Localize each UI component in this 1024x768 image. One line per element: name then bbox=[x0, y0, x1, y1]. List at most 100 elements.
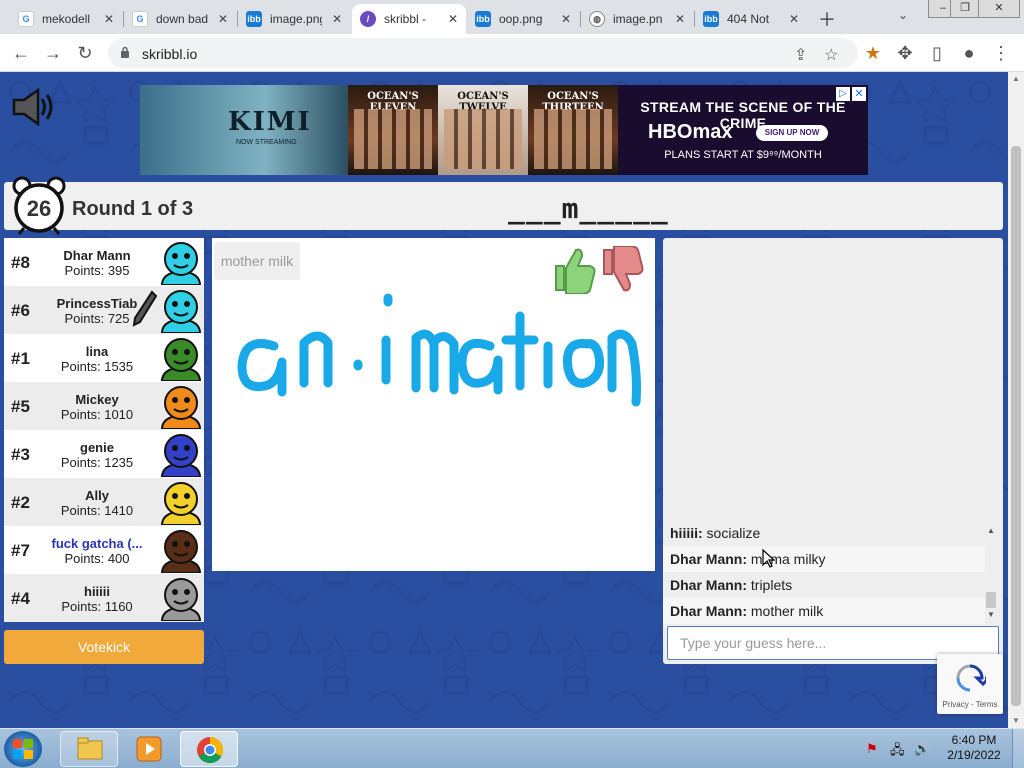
player-points: Points: 1410 bbox=[60, 503, 134, 518]
round-timer: 26 bbox=[8, 176, 70, 236]
ad-signup-button[interactable]: SIGN UP NOW bbox=[756, 125, 828, 141]
address-bar[interactable]: skribbl.io ⇪ ☆ bbox=[108, 38, 858, 68]
ad-kimi-title: KIMI bbox=[228, 107, 312, 137]
chrome-icon bbox=[197, 736, 224, 764]
player-row[interactable]: #1 lina Points: 1535 bbox=[4, 334, 204, 382]
player-row[interactable]: #4 hiiiii Points: 1160 bbox=[4, 574, 204, 622]
recaptcha-badge[interactable]: Privacy - Terms bbox=[937, 654, 1003, 714]
taskbar-media-player[interactable] bbox=[120, 731, 178, 767]
taskbar-chrome[interactable] bbox=[180, 731, 238, 767]
new-tab-button[interactable]: ＋ bbox=[818, 6, 836, 32]
chat-author: Dhar Mann: bbox=[670, 577, 747, 593]
scroll-up-icon[interactable]: ▲ bbox=[1012, 74, 1020, 83]
extension-star-icon[interactable]: ★ bbox=[862, 42, 884, 64]
ad-info-icon[interactable]: ▷ bbox=[836, 87, 850, 101]
recaptcha-links[interactable]: Privacy - Terms bbox=[937, 700, 1003, 709]
chat-message: hiiiii: socialize bbox=[663, 520, 985, 546]
player-row[interactable]: #7 fuck gatcha (... Points: 400 bbox=[4, 526, 204, 574]
volume-icon[interactable]: 🔊 bbox=[914, 741, 930, 757]
player-rank: #3 bbox=[11, 445, 30, 464]
votekick-button[interactable]: Votekick bbox=[4, 630, 204, 664]
browser-tab-3[interactable]: ibb image.png ✕ bbox=[238, 4, 350, 34]
system-clock[interactable]: 6:40 PM 2/19/2022 bbox=[940, 733, 1008, 763]
player-row[interactable]: #5 Mickey Points: 1010 bbox=[4, 382, 204, 430]
bookmark-star-icon[interactable]: ☆ bbox=[824, 45, 838, 65]
chat-text: moma milky bbox=[747, 551, 826, 567]
action-center-flag-icon[interactable]: ⚑ bbox=[866, 741, 878, 757]
share-icon[interactable]: ⇪ bbox=[794, 45, 807, 65]
tab-search-chevron-icon[interactable]: ⌄ bbox=[898, 8, 908, 22]
drawing-canvas[interactable]: mother milk bbox=[212, 238, 655, 571]
side-panel-icon[interactable]: ▯ bbox=[926, 42, 948, 64]
scroll-thumb[interactable] bbox=[986, 592, 996, 608]
player-name: genie bbox=[80, 440, 114, 455]
close-window-button[interactable]: ✕ bbox=[978, 0, 1020, 18]
back-arrow-icon[interactable]: ← bbox=[10, 42, 32, 64]
player-points: Points: 1160 bbox=[61, 599, 133, 614]
player-row[interactable]: #8 Dhar Mann Points: 395 bbox=[4, 238, 204, 286]
page-scroll-thumb[interactable] bbox=[1011, 146, 1021, 706]
sound-toggle-icon[interactable] bbox=[10, 86, 56, 128]
profile-avatar-icon[interactable]: ● bbox=[958, 42, 980, 64]
player-name: Ally bbox=[85, 488, 109, 503]
ibb-icon: ibb bbox=[475, 11, 491, 27]
close-tab-icon[interactable]: ✕ bbox=[448, 12, 458, 26]
close-tab-icon[interactable]: ✕ bbox=[104, 12, 114, 26]
close-tab-icon[interactable]: ✕ bbox=[675, 12, 685, 26]
page-scrollbar[interactable]: ▲ ▼ bbox=[1008, 72, 1024, 728]
browser-tab-5[interactable]: ibb oop.png ✕ bbox=[467, 4, 579, 34]
browser-tab-7[interactable]: ibb 404 Not ✕ bbox=[695, 4, 807, 34]
media-player-icon bbox=[136, 736, 162, 762]
round-indicator: Round 1 of 3 bbox=[72, 198, 194, 220]
restore-button[interactable]: ❐ bbox=[950, 0, 980, 18]
chat-messages[interactable]: hiiiii: socialize Dhar Mann: moma milky Dh… bbox=[663, 520, 985, 626]
chat-text: triplets bbox=[747, 577, 793, 593]
advertisement-banner[interactable]: KIMI NOW STREAMING OCEAN'S ELEVEN OCEAN'… bbox=[140, 85, 868, 175]
browser-tab-strip: G mekodell ✕ G down bad ✕ ibb image.png … bbox=[0, 0, 1024, 34]
chat-author: Dhar Mann: bbox=[670, 603, 747, 619]
browser-tab-4-active[interactable]: / skribbl - ✕ bbox=[352, 4, 466, 34]
close-tab-icon[interactable]: ✕ bbox=[218, 12, 228, 26]
close-tab-icon[interactable]: ✕ bbox=[332, 12, 342, 26]
player-rank: #8 bbox=[11, 253, 30, 272]
player-row[interactable]: #3 genie Points: 1235 bbox=[4, 430, 204, 478]
forward-arrow-icon[interactable]: → bbox=[42, 42, 64, 64]
scroll-up-icon[interactable]: ▲ bbox=[987, 526, 995, 535]
menu-kebab-icon[interactable]: ⋮ bbox=[990, 42, 1012, 64]
player-avatar-icon bbox=[160, 530, 202, 573]
scroll-down-icon[interactable]: ▼ bbox=[987, 610, 995, 619]
thumbs-up-icon[interactable] bbox=[552, 246, 596, 294]
recaptcha-icon bbox=[956, 664, 986, 692]
drawing-pencil-icon bbox=[132, 290, 158, 327]
tab-title: image.pn bbox=[613, 12, 663, 26]
ad-kimi-panel: KIMI NOW STREAMING bbox=[140, 85, 348, 175]
network-icon[interactable]: 🖧 bbox=[890, 741, 905, 763]
player-name: Dhar Mann bbox=[63, 248, 131, 263]
close-tab-icon[interactable]: ✕ bbox=[789, 12, 799, 26]
close-tab-icon[interactable]: ✕ bbox=[561, 12, 571, 26]
browser-tab-6[interactable]: ◍ image.pn ✕ bbox=[581, 4, 693, 34]
taskbar-explorer[interactable] bbox=[60, 731, 118, 767]
player-row[interactable]: #2 Ally Points: 1410 bbox=[4, 478, 204, 526]
reload-icon[interactable]: ↻ bbox=[74, 42, 96, 64]
show-desktop-button[interactable] bbox=[1012, 729, 1024, 768]
browser-tab-2[interactable]: G down bad ✕ bbox=[124, 4, 236, 34]
poster-image bbox=[444, 109, 522, 169]
chat-scrollbar[interactable]: ▲ ▼ bbox=[985, 524, 997, 624]
player-avatar-icon bbox=[160, 386, 202, 429]
globe-icon: ◍ bbox=[589, 11, 605, 27]
thumbs-down-icon[interactable] bbox=[600, 246, 644, 294]
player-avatar-icon bbox=[160, 290, 202, 333]
ad-brand-logo: HBOmax bbox=[648, 121, 733, 143]
extensions-puzzle-icon[interactable]: ✥ bbox=[894, 42, 916, 64]
skribbl-icon: / bbox=[360, 11, 376, 27]
chat-message: Dhar Mann: triplets bbox=[663, 572, 985, 598]
start-button[interactable] bbox=[4, 731, 42, 767]
browser-tab-1[interactable]: G mekodell ✕ bbox=[10, 4, 122, 34]
ad-close-icon[interactable]: ✕ bbox=[852, 87, 866, 101]
player-name: lina bbox=[85, 344, 109, 359]
player-rank: #7 bbox=[11, 541, 30, 560]
player-points: Points: 395 bbox=[64, 263, 130, 278]
player-row[interactable]: #6 PrincessTiab Points: 725 bbox=[4, 286, 204, 334]
scroll-down-icon[interactable]: ▼ bbox=[1012, 716, 1020, 725]
